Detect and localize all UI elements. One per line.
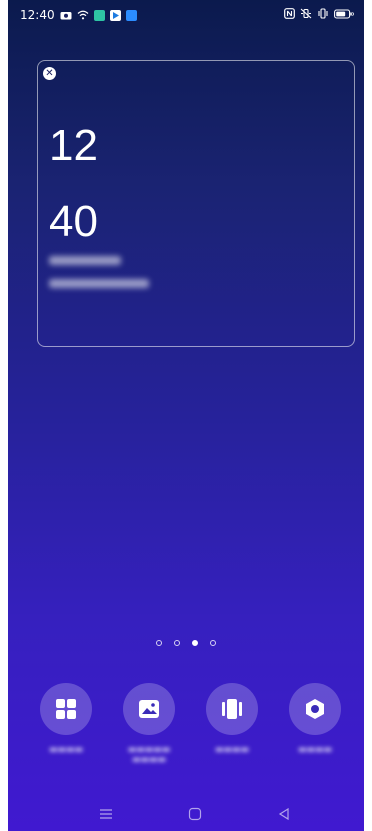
effects-label: ▬▬▬▬ <box>214 745 249 755</box>
page-dot[interactable] <box>210 640 216 646</box>
weather-text-blurred <box>49 279 149 288</box>
settings-icon <box>289 683 341 735</box>
settings-label: ▬▬▬▬ <box>297 745 332 755</box>
wifi-icon <box>77 10 89 20</box>
vibrate-icon <box>317 8 329 19</box>
page-indicator <box>8 640 364 646</box>
app-icon <box>93 9 105 21</box>
camera-icon <box>60 10 72 20</box>
widgets-icon <box>40 683 92 735</box>
status-left: 12:40 <box>20 8 137 22</box>
menu-icon[interactable] <box>96 804 116 824</box>
clock-widget[interactable]: ✕ 12 40 <box>37 60 355 347</box>
clock-minute: 40 <box>49 197 98 246</box>
settings-button[interactable]: ▬▬▬▬ <box>280 683 350 755</box>
page-dot-active[interactable] <box>192 640 198 646</box>
wallpaper-label: ▬▬▬▬▬ ▬▬▬▬ <box>127 745 171 765</box>
battery-icon <box>334 8 354 19</box>
status-bar: 12:40 <box>8 0 364 30</box>
navigation-bar <box>8 800 364 831</box>
status-right <box>284 8 354 19</box>
back-icon[interactable] <box>274 804 294 824</box>
clock-hour: 12 <box>49 121 98 170</box>
date-text-blurred <box>49 256 121 265</box>
nfc-icon <box>284 8 295 19</box>
widgets-label: ▬▬▬▬ <box>48 745 83 755</box>
page-dot[interactable] <box>174 640 180 646</box>
effects-button[interactable]: ▬▬▬▬ <box>197 683 267 755</box>
vibrate-off-icon <box>300 8 312 19</box>
page-dot[interactable] <box>156 640 162 646</box>
app-blue-icon <box>125 9 137 21</box>
status-time: 12:40 <box>20 8 55 22</box>
widgets-button[interactable]: ▬▬▬▬ <box>31 683 101 755</box>
wallpaper-button[interactable]: ▬▬▬▬▬ ▬▬▬▬ <box>114 683 184 765</box>
play-store-icon <box>109 9 121 21</box>
home-icon[interactable] <box>185 804 205 824</box>
wallpaper-icon <box>123 683 175 735</box>
close-icon[interactable]: ✕ <box>43 67 56 80</box>
effects-icon <box>206 683 258 735</box>
home-screen: 12:40 ✕ 12 40 ▬▬▬▬ ▬▬▬▬▬ ▬▬▬▬ ▬▬▬▬ ▬▬▬▬ <box>8 0 364 831</box>
